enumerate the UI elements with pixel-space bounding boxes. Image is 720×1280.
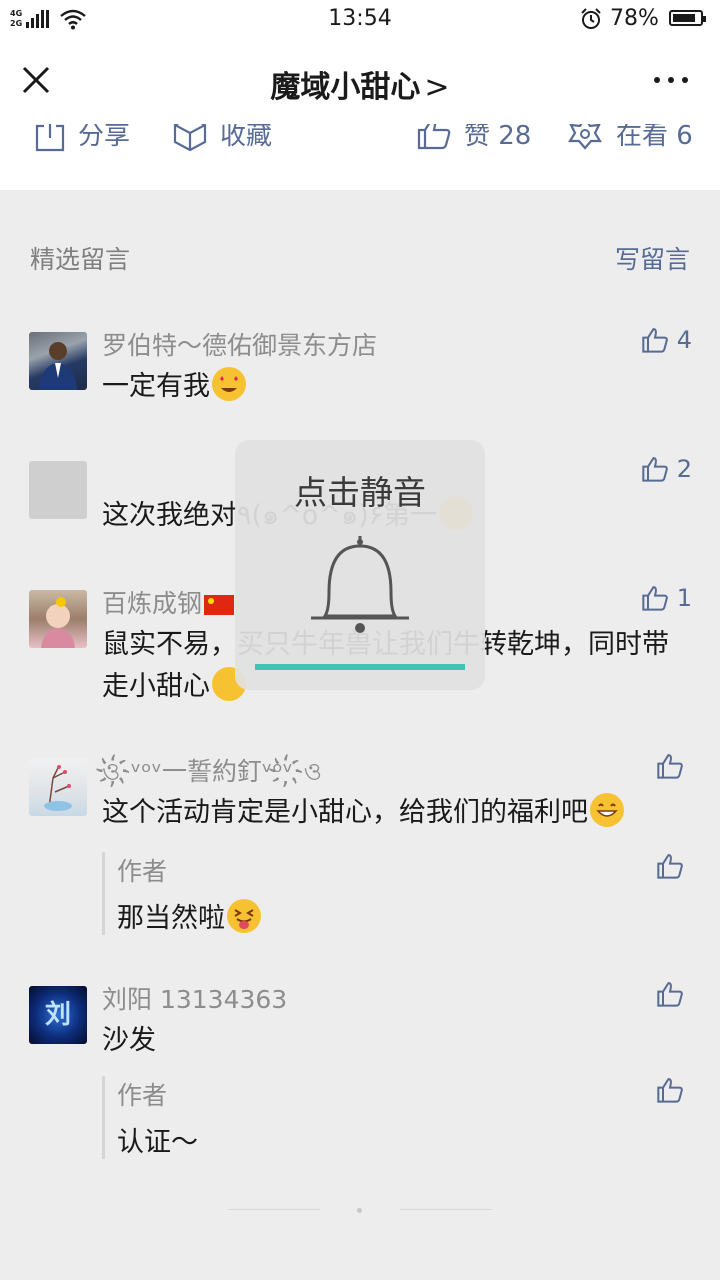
comment-item: ও҉ᵛᵒᵛ一誓約釘ᵛᵒᵛ҉ও 这个活动肯定是小甜心，给我们的福利吧 作者 那当然… <box>0 752 720 935</box>
battery-percent: 78% <box>610 6 659 31</box>
comment-like-button[interactable]: 1 <box>641 584 692 612</box>
reply-author: 作者 <box>117 1081 168 1110</box>
avatar[interactable] <box>29 758 87 816</box>
reply-text: 认证～ <box>117 1127 198 1158</box>
chevron-right-icon: > <box>424 70 450 105</box>
bell-icon <box>311 536 409 633</box>
section-title: 精选留言 <box>30 245 131 274</box>
comment-text: 一定有我 <box>102 366 682 408</box>
more-options-icon[interactable] <box>654 70 688 90</box>
smile-emoji-icon <box>590 793 624 827</box>
author-reply: 作者 认证～ <box>102 1076 198 1159</box>
comment-item: 刘 刘阳 13134363 沙发 作者 认证～ <box>0 980 720 1160</box>
avatar-glyph: 刘 <box>44 1000 71 1030</box>
comment-author[interactable]: ও҉ᵛᵒᵛ一誓約釘ᵛᵒᵛ҉ও <box>102 752 322 795</box>
mute-popup-title: 点击静音 <box>294 473 426 512</box>
status-bar: 4G 2G 13:54 78% <box>0 0 720 40</box>
reply-author: 作者 <box>117 857 168 886</box>
avatar[interactable]: 刘 <box>29 986 87 1044</box>
comment-author[interactable]: 罗伯特～德佑御景东方店 <box>102 326 377 362</box>
header: 4G 2G 13:54 78% 魔域小甜心 > <box>0 0 720 124</box>
thumbs-up-icon <box>657 1078 683 1103</box>
star-eyes-emoji-icon <box>212 367 246 401</box>
reply-text: 那当然啦 <box>117 896 261 935</box>
author-reply: 作者 那当然啦 <box>102 852 261 935</box>
comment-like-button[interactable] <box>656 752 692 780</box>
tongue-emoji-icon <box>227 899 261 933</box>
avatar[interactable] <box>29 332 87 390</box>
account-name[interactable]: 魔域小甜心 <box>270 70 420 105</box>
child-photo <box>41 597 75 648</box>
comment-item: 罗伯特～德佑御景东方店 一定有我 4 <box>0 326 720 416</box>
write-comment-link[interactable]: 写留言 <box>615 240 690 276</box>
thumbs-up-icon <box>657 982 683 1007</box>
navigation-bar: 魔域小甜心 > <box>0 40 720 120</box>
comment-body: 一定有我 <box>102 371 210 402</box>
thumbs-up-icon <box>642 457 668 482</box>
mute-popup[interactable]: 点击静音 <box>235 440 485 690</box>
comment-like-count: 4 <box>676 326 692 354</box>
comment-like-count: 1 <box>676 584 692 612</box>
page-title[interactable]: 魔域小甜心 > <box>0 62 720 106</box>
reply-like-button[interactable] <box>656 1076 692 1104</box>
person-photo <box>39 342 77 390</box>
list-end-divider <box>0 1208 720 1213</box>
comment-author[interactable]: 百炼成钢 <box>102 584 235 620</box>
reply-body: 那当然啦 <box>117 903 225 934</box>
comment-author[interactable]: 刘阳 13134363 <box>102 980 287 1016</box>
comment-text: 这个活动肯定是小甜心，给我们的福利吧 <box>102 792 682 834</box>
comments-header: 精选留言 写留言 <box>30 240 690 280</box>
comment-like-button[interactable] <box>656 980 692 1008</box>
thumbs-up-icon <box>642 586 668 611</box>
thumbs-up-icon <box>657 854 683 879</box>
reply-like-button[interactable] <box>656 852 692 880</box>
comment-author-name: 百炼成钢 <box>102 589 203 618</box>
comment-like-button[interactable]: 2 <box>641 455 692 483</box>
alarm-icon <box>581 8 601 29</box>
thumbs-up-icon <box>657 754 683 779</box>
comment-body: 这个活动肯定是小甜心，给我们的福利吧 <box>102 797 588 828</box>
thumbs-up-icon <box>642 328 668 353</box>
plum-blossom-photo <box>44 765 72 811</box>
avatar[interactable] <box>29 461 87 519</box>
battery-icon <box>669 10 706 26</box>
comment-text: 沙发 <box>102 1025 156 1056</box>
comment-like-count: 2 <box>676 455 692 483</box>
avatar[interactable] <box>29 590 87 648</box>
comment-like-button[interactable]: 4 <box>641 326 692 354</box>
mute-progress-bar <box>255 664 465 670</box>
china-flag-icon <box>204 595 235 615</box>
